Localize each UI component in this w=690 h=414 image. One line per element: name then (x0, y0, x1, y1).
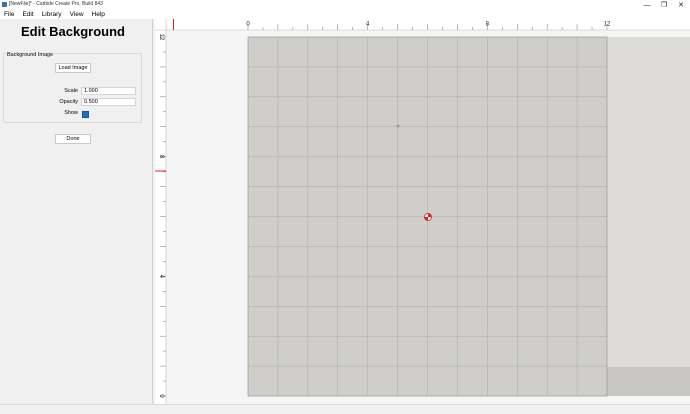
design-canvas[interactable]: 0 4 8 12 12 8 4 0 (155, 19, 690, 404)
canvas-svg[interactable]: 0 4 8 1212840 (155, 19, 690, 404)
minimize-button[interactable]: — (640, 0, 654, 10)
menu-view[interactable]: View (70, 10, 84, 19)
menu-file[interactable]: File (4, 10, 14, 19)
group-label: Background Image (6, 52, 55, 58)
background-artifact (396, 124, 400, 128)
origin-marker[interactable] (423, 212, 432, 221)
opacity-label: Opacity (59, 99, 78, 105)
opacity-field[interactable]: 0.500 (81, 98, 136, 106)
status-bar (0, 404, 690, 414)
background-image-right-edge (607, 37, 690, 396)
title-bar: [NewFile]* - Carbide Create Pro, Build 8… (0, 0, 690, 10)
load-image-button[interactable]: Load Image (55, 63, 91, 73)
scale-field[interactable]: 1.000 (81, 87, 136, 95)
close-button[interactable]: ✕ (674, 0, 688, 10)
done-button[interactable]: Done (55, 134, 91, 144)
ruler-label-x: 12 (604, 22, 611, 28)
ruler-label-y: 12 (158, 34, 164, 41)
show-checkbox[interactable] (82, 111, 89, 118)
window-title: [NewFile]* - Carbide Create Pro, Build 8… (9, 1, 103, 7)
app-icon (2, 2, 7, 7)
maximize-button[interactable]: ❐ (657, 0, 671, 10)
scale-label: Scale (64, 88, 78, 94)
menu-library[interactable]: Library (42, 10, 62, 19)
vertical-ruler[interactable] (155, 19, 166, 404)
edit-background-panel: Edit Background Background Image Load Im… (0, 19, 153, 404)
menu-bar: File Edit Library View Help (0, 10, 690, 19)
menu-help[interactable]: Help (92, 10, 105, 19)
menu-edit[interactable]: Edit (22, 10, 33, 19)
show-label: Show (64, 110, 78, 116)
panel-title: Edit Background (20, 24, 125, 39)
